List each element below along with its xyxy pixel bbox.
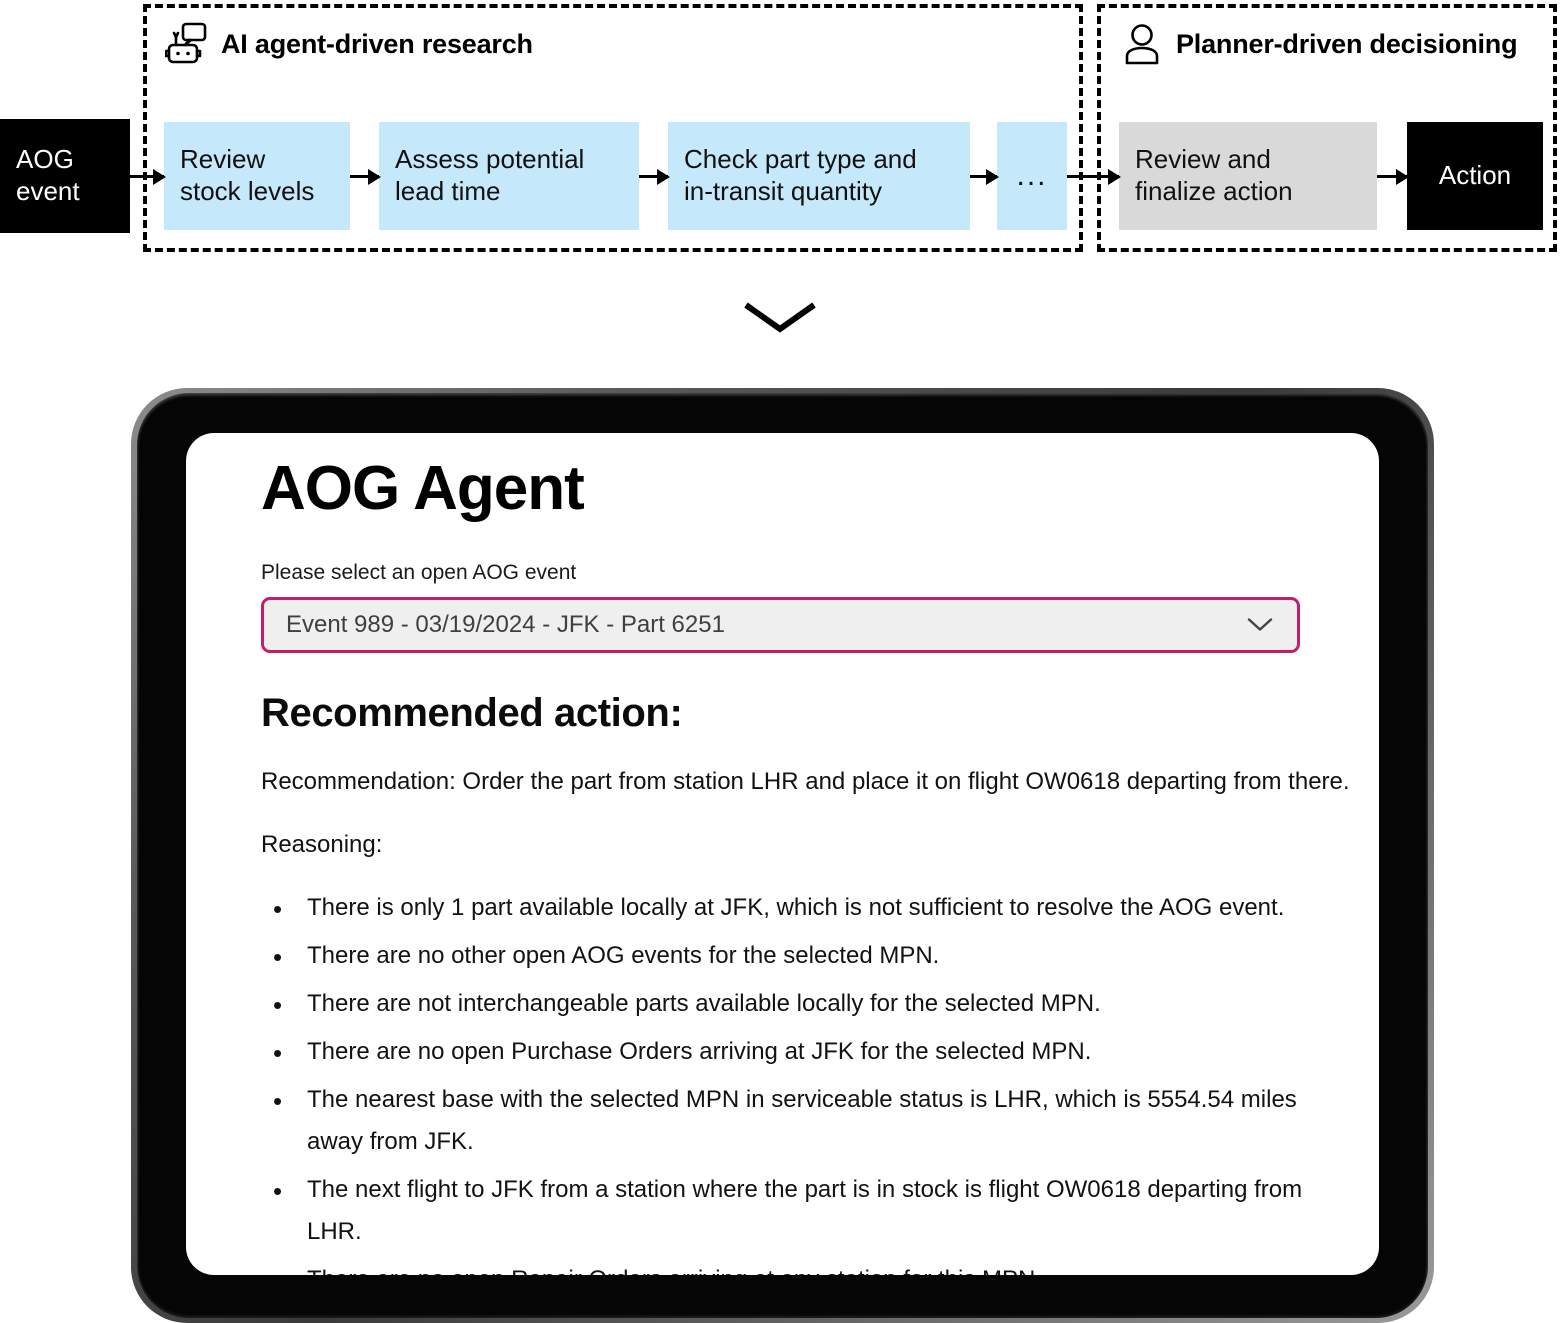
list-item: There are not interchangeable parts avai… — [273, 983, 1357, 1029]
recommended-action-heading: Recommended action: — [261, 691, 683, 736]
chevron-down-connector-icon — [742, 300, 818, 334]
event-select-value: Event 989 - 03/19/2024 - JFK - Part 6251 — [286, 611, 725, 639]
robot-icon — [164, 22, 207, 66]
flow-arrow-3 — [639, 175, 668, 178]
process-flow-diagram: AI agent-driven research Planner-driven … — [0, 0, 1561, 262]
group-agent-research-title: AI agent-driven research — [221, 28, 533, 59]
flow-node-review-finalize-action-line2: finalize action — [1135, 176, 1293, 206]
aog-agent-app: AOG Agent Please select an open AOG even… — [261, 454, 1357, 1275]
flow-node-aog-event: AOG event — [0, 119, 130, 233]
list-item: There are no open Purchase Orders arrivi… — [273, 1031, 1357, 1077]
flow-arrow-2 — [350, 175, 379, 178]
tablet-screen: AOG Agent Please select an open AOG even… — [186, 433, 1379, 1275]
list-item: There are no other open AOG events for t… — [273, 935, 1357, 981]
list-item: There is only 1 part available locally a… — [273, 887, 1357, 933]
group-agent-research-header: AI agent-driven research — [164, 22, 533, 66]
flow-node-aog-event-line1: AOG — [16, 144, 74, 175]
list-item: The next flight to JFK from a station wh… — [273, 1169, 1357, 1253]
page-title: AOG Agent — [261, 454, 585, 523]
reasoning-label: Reasoning: — [261, 830, 383, 858]
flow-arrow-4 — [970, 175, 997, 178]
flow-node-aog-event-line2: event — [16, 176, 80, 206]
flow-node-check-part-type-line2: in-transit quantity — [684, 176, 882, 206]
flow-node-assess-lead-time-line2: lead time — [395, 176, 501, 206]
flow-node-review-stock-levels-line2: stock levels — [180, 176, 315, 206]
flow-node-review-finalize-action: Review and finalize action — [1119, 122, 1377, 230]
recommendation-text: Recommendation: Order the part from stat… — [261, 768, 1350, 796]
flow-node-action: Action — [1407, 122, 1543, 230]
flow-arrow-1 — [130, 175, 164, 178]
flow-node-more-steps: ... — [997, 122, 1067, 230]
chevron-down-icon[interactable] — [1247, 618, 1273, 633]
flow-node-check-part-type-line1: Check part type and — [684, 144, 917, 175]
person-icon — [1122, 22, 1162, 66]
flow-node-assess-lead-time-line1: Assess potential — [395, 144, 585, 175]
event-select-label: Please select an open AOG event — [261, 561, 577, 585]
flow-arrow-6 — [1377, 175, 1407, 178]
tablet-device: AOG Agent Please select an open AOG even… — [131, 388, 1434, 1323]
event-select[interactable]: Event 989 - 03/19/2024 - JFK - Part 6251 — [261, 597, 1300, 654]
reasoning-list: There is only 1 part available locally a… — [261, 887, 1357, 1275]
group-planner-decisioning-title: Planner-driven decisioning — [1176, 28, 1518, 59]
flow-node-assess-lead-time: Assess potential lead time — [379, 122, 639, 230]
flow-node-review-stock-levels: Review stock levels — [164, 122, 350, 230]
flow-node-review-finalize-action-line1: Review and — [1135, 144, 1271, 175]
flow-node-check-part-type: Check part type and in-transit quantity — [668, 122, 970, 230]
flow-node-review-stock-levels-line1: Review — [180, 144, 266, 175]
list-item: The nearest base with the selected MPN i… — [273, 1079, 1357, 1163]
group-planner-decisioning-header: Planner-driven decisioning — [1122, 22, 1518, 66]
list-item: There are no open Repair Orders arriving… — [273, 1259, 1357, 1275]
flow-arrow-5 — [1067, 175, 1119, 178]
